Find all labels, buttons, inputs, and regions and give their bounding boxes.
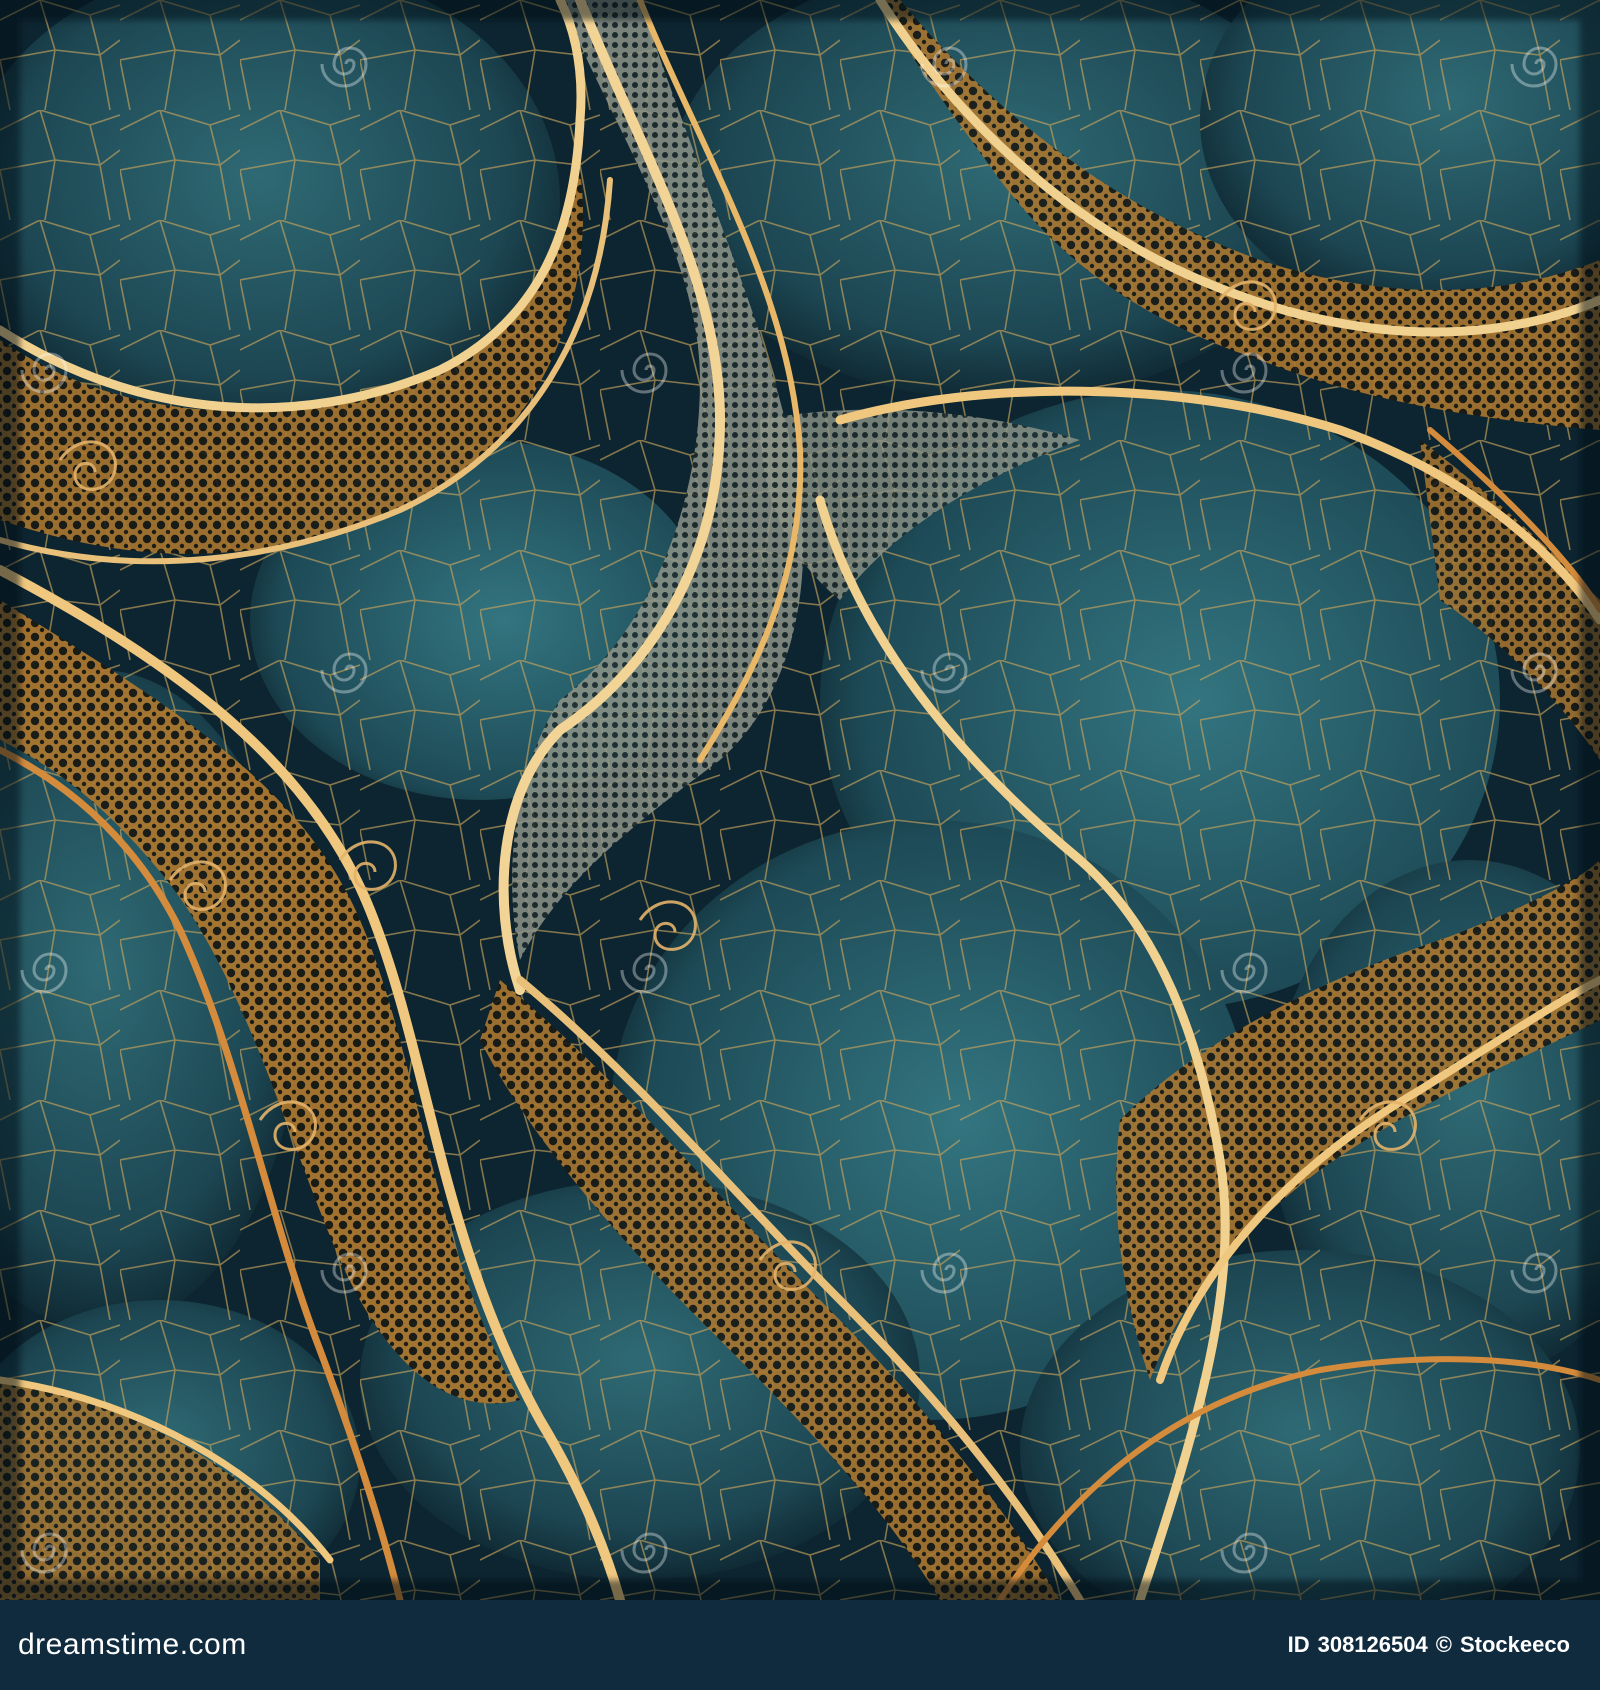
image-id: 308126504: [1317, 1632, 1428, 1657]
image-stage: dreamstime.com ID 308126504 © Stockeeco: [0, 0, 1600, 1690]
fractal-lace-artwork: [0, 0, 1600, 1600]
stock-footer-bar: dreamstime.com ID 308126504 © Stockeeco: [0, 1600, 1600, 1690]
id-label: ID: [1287, 1632, 1310, 1657]
copyright-icon: ©: [1435, 1632, 1452, 1657]
brand-name[interactable]: dreamstime.com: [18, 1628, 247, 1662]
image-meta: ID 308126504 © Stockeeco: [1288, 1632, 1570, 1658]
author-name[interactable]: Stockeeco: [1460, 1632, 1570, 1658]
